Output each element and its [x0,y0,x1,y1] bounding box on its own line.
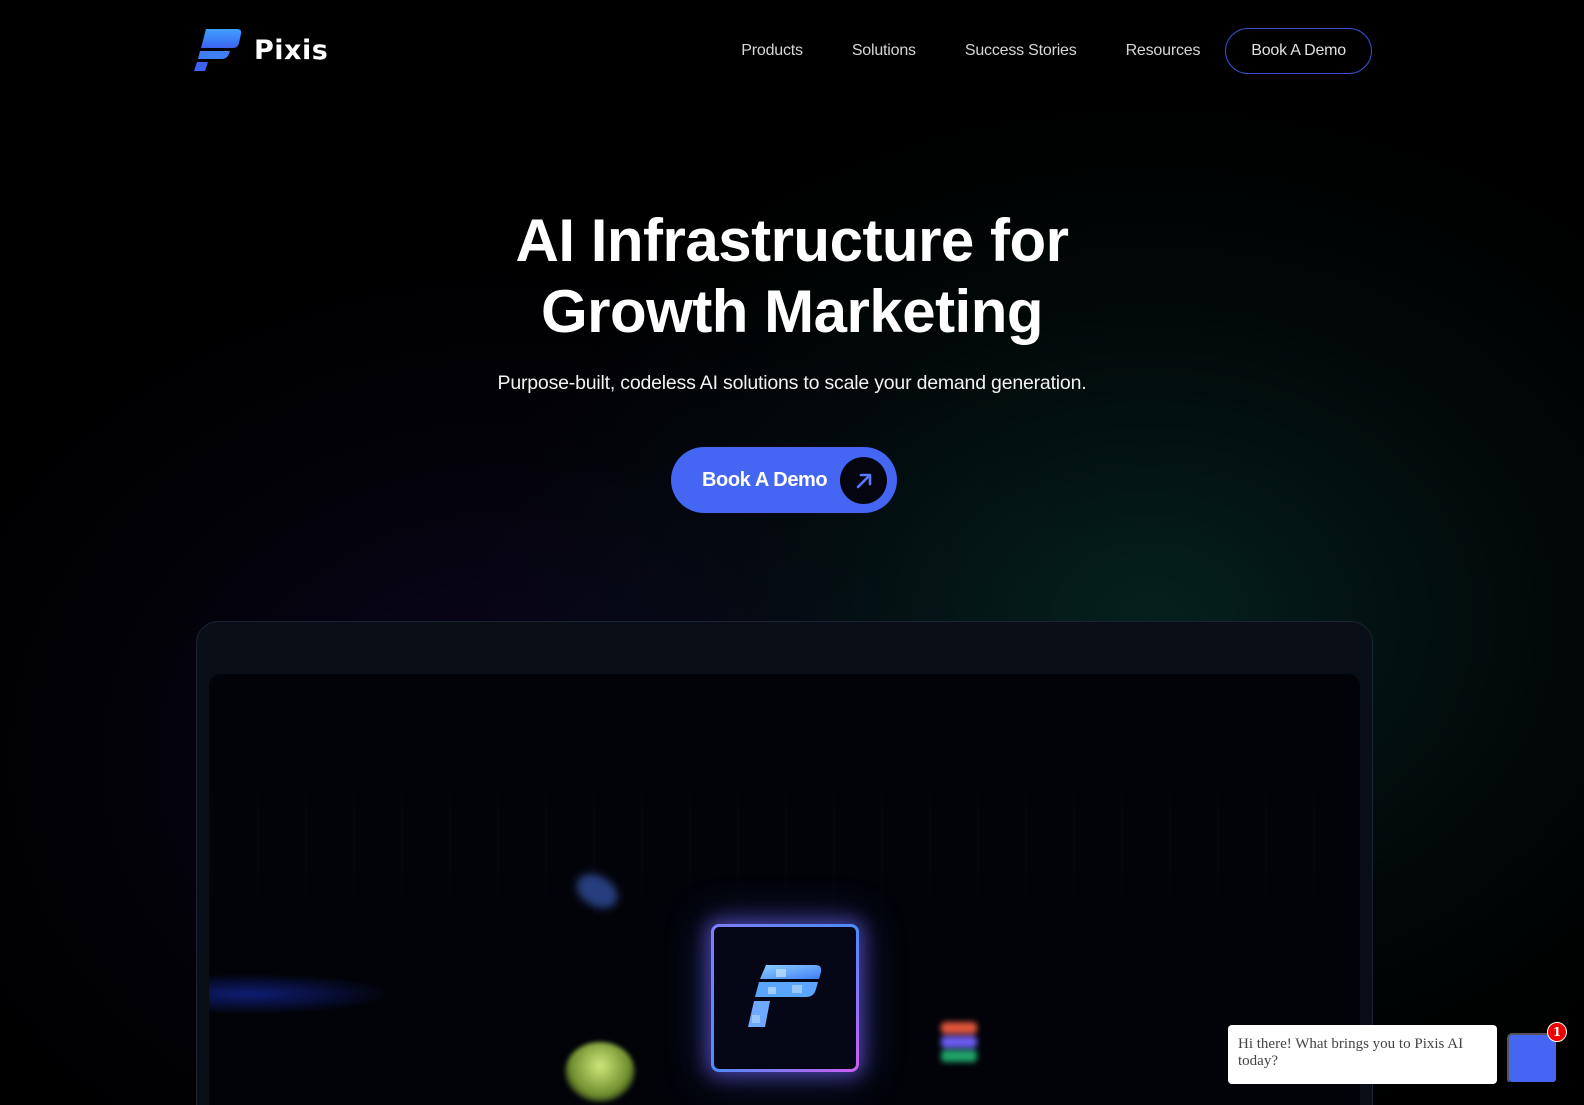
nav-item-success-stories[interactable]: Success Stories [965,42,1077,60]
chat-launcher-button[interactable] [1507,1033,1558,1084]
chat-greeting-message[interactable]: Hi there! What brings you to Pixis AI to… [1228,1025,1497,1084]
hero-title-line-1: AI Infrastructure for [515,207,1069,274]
nav-book-demo-button[interactable]: Book A Demo [1225,28,1372,74]
nav-item-products[interactable]: Products [741,42,803,60]
green-orb-icon [565,1042,635,1102]
nav-item-solutions[interactable]: Solutions [852,42,916,60]
product-showcase-frame [196,621,1373,1105]
brand-logo[interactable]: Pixis [194,28,328,72]
top-navigation: Pixis Products Solutions Success Stories… [0,0,1584,100]
arrow-up-right-icon [840,457,887,504]
brand-name: Pixis [254,34,329,66]
hero-book-demo-button[interactable]: Book A Demo [671,447,897,513]
hero-subtitle: Purpose-built, codeless AI solutions to … [497,372,1087,394]
figma-icon [941,1022,977,1062]
chat-unread-badge: 1 [1547,1022,1567,1042]
light-streak-decoration [209,974,469,1014]
pixis-logo-icon [194,28,242,72]
hero-title: AI Infrastructure for Growth Marketing [0,205,1584,347]
pixis-app-tile [711,924,859,1072]
nav-links: Products Solutions Success Stories Resou… [741,28,1372,74]
hero-cta-label: Book A Demo [702,468,828,491]
pixis-p-logo-icon [748,964,822,1032]
product-video[interactable] [209,674,1360,1105]
nav-item-resources[interactable]: Resources [1126,42,1201,60]
hero-title-line-2: Growth Marketing [540,278,1044,345]
